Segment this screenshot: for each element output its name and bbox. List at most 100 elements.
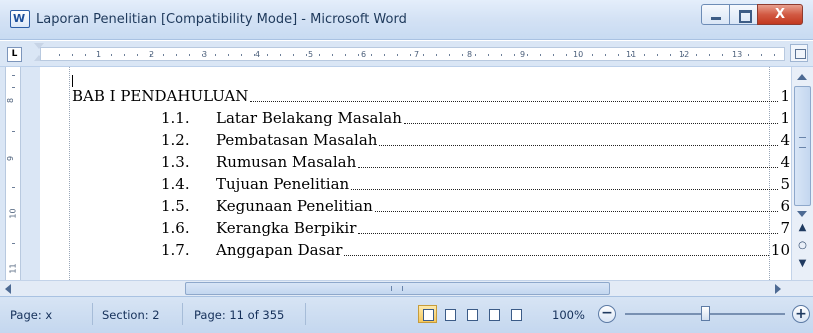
status-page-field[interactable]: Page: x: [10, 308, 52, 322]
horizontal-ruler[interactable]: 12345678910111213: [40, 47, 785, 61]
status-page-count[interactable]: Page: 11 of 355: [194, 308, 284, 322]
ruler-tick-label: 13: [732, 50, 743, 59]
toc-entry[interactable]: 1.4. Tujuan Penelitian 5: [72, 175, 790, 197]
ruler-tick-label: 8: [467, 50, 473, 59]
ruler-dot: [345, 54, 346, 56]
ruler-dot: [722, 54, 723, 56]
ruler-dot: [176, 54, 177, 56]
horizontal-scrollbar[interactable]: [0, 280, 813, 296]
scroll-left-icon[interactable]: [3, 284, 15, 294]
ruler-dot: [215, 54, 216, 56]
status-section-field[interactable]: Section: 2: [102, 308, 160, 322]
scroll-up-icon[interactable]: [794, 69, 811, 85]
ruler-dot: [670, 54, 671, 56]
toc-entry-page: 4: [780, 153, 790, 171]
toc-entry-number: 1.5.: [161, 197, 190, 215]
vertical-ruler[interactable]: 8 9 10 11: [5, 67, 21, 280]
ruler-dot: [761, 54, 762, 56]
toc-entry[interactable]: 1.7. Anggapan Dasar 10: [72, 241, 790, 263]
ruler-dot: [618, 54, 619, 56]
toc-entry-page: 10: [770, 241, 790, 259]
ruler-dot: [657, 54, 658, 56]
ruler-dot: [410, 54, 411, 56]
ruler-dot: [501, 54, 502, 56]
toc-dot-leader: [404, 122, 778, 124]
outline-view-icon[interactable]: [484, 305, 503, 323]
zoom-out-button[interactable]: −: [598, 305, 616, 323]
zoom-slider-thumb[interactable]: [701, 306, 710, 321]
maximize-button[interactable]: [729, 4, 758, 25]
toc-entry[interactable]: 1.5. Kegunaan Penelitian 6: [72, 197, 790, 219]
tab-selector-button[interactable]: L: [7, 47, 22, 62]
close-button[interactable]: X: [757, 4, 803, 25]
status-bar: Page: x Section: 2 Page: 11 of 355 100% …: [0, 296, 813, 333]
vertical-ruler-tick-label: 9: [6, 155, 16, 162]
toc-entry-number: 1.1.: [161, 109, 190, 127]
ruler-tick-label: 6: [361, 50, 367, 59]
document-area[interactable]: BAB I PENDAHULUAN 1 1.1. Latar Belakang Mas…: [40, 67, 791, 280]
vertical-ruler-tick-label: 10: [8, 208, 18, 219]
ruler-tick-label: 4: [255, 50, 261, 59]
ruler-dot: [475, 54, 476, 56]
zoom-slider[interactable]: [625, 306, 785, 321]
vertical-ruler-area: 8 9 10 11: [0, 67, 40, 280]
ruler-dot: [384, 54, 385, 56]
status-divider: [92, 303, 93, 325]
ruler-dot: [150, 54, 151, 56]
view-buttons: [418, 305, 528, 323]
page-margin-left: [69, 67, 70, 280]
ruler-dot: [72, 54, 73, 56]
ruler-dot: [59, 54, 60, 56]
next-page-icon[interactable]: ▼: [794, 255, 811, 272]
ruler-dot: [371, 54, 372, 56]
vertical-scroll-thumb[interactable]: [794, 86, 811, 206]
toc-entry[interactable]: BAB I PENDAHULUAN 1: [72, 87, 790, 109]
ruler-dot: [163, 54, 164, 56]
ruler-dot: [774, 54, 775, 56]
ruler-dot: [553, 54, 554, 56]
toc-entry[interactable]: 1.1. Latar Belakang Masalah 1: [72, 109, 790, 131]
web-layout-view-icon[interactable]: [462, 305, 481, 323]
vertical-ruler-tick-label: 11: [8, 263, 18, 274]
word-app-icon[interactable]: [10, 10, 30, 28]
toc-entry[interactable]: 1.2. Pembatasan Masalah 4: [72, 131, 790, 153]
vertical-scrollbar[interactable]: ▲ ○ ▼: [791, 67, 813, 280]
ruler-bar: L 12345678910111213: [0, 41, 813, 67]
print-layout-view-icon[interactable]: [418, 305, 437, 323]
ruler-dot: [332, 54, 333, 56]
ruler-dot: [579, 54, 580, 56]
vertical-ruler-dash: [12, 131, 15, 132]
ruler-dot: [605, 54, 606, 56]
toc-entry[interactable]: 1.6. Kerangka Berpikir 7: [72, 219, 790, 241]
zoom-in-button[interactable]: +: [792, 305, 810, 323]
ruler-dot: [592, 54, 593, 56]
toc-entry[interactable]: 1.3. Rumusan Masalah 4: [72, 153, 790, 175]
ruler-dot: [189, 54, 190, 56]
ruler-dot: [111, 54, 112, 56]
vertical-ruler-dash: [12, 243, 15, 244]
horizontal-scroll-thumb[interactable]: [185, 282, 610, 295]
ruler-dot: [202, 54, 203, 56]
toc-entry-title: Kegunaan Penelitian: [216, 197, 375, 215]
view-ruler-icon[interactable]: [790, 44, 808, 62]
draft-view-icon[interactable]: [506, 305, 525, 323]
ruler-dot: [514, 54, 515, 56]
minimize-button[interactable]: [701, 4, 730, 25]
select-browse-object-icon[interactable]: ○: [794, 237, 811, 254]
toc-entry-title: Tujuan Penelitian: [216, 175, 352, 193]
toc-entry-number: 1.3.: [161, 153, 190, 171]
toc-entry-title: Kerangka Berpikir: [216, 219, 359, 237]
scroll-right-icon[interactable]: [773, 284, 785, 294]
ruler-dot: [423, 54, 424, 56]
zoom-level[interactable]: 100%: [552, 308, 585, 322]
toc-entry-page: 1: [780, 87, 790, 105]
ruler-dot: [696, 54, 697, 56]
previous-page-icon[interactable]: ▲: [794, 219, 811, 236]
ruler-dot: [85, 54, 86, 56]
toc-entry-number: 1.7.: [161, 241, 190, 259]
toc-entry-number: 1.2.: [161, 131, 190, 149]
toc-dot-leader: [358, 232, 778, 234]
full-screen-reading-view-icon[interactable]: [440, 305, 459, 323]
text-cursor: [72, 75, 73, 87]
vertical-ruler-dash: [12, 75, 15, 76]
